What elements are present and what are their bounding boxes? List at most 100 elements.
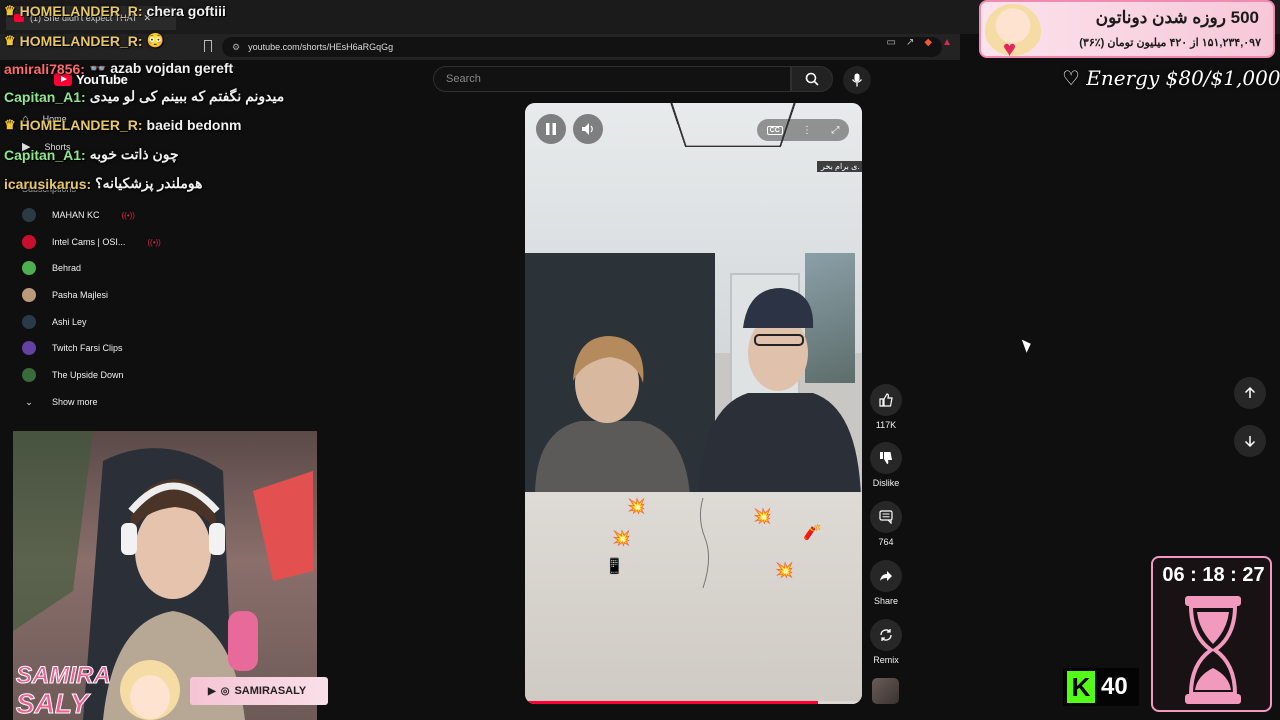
chat-username: amirali7856: bbox=[4, 60, 85, 77]
cast-icon[interactable]: ▭ bbox=[887, 37, 896, 48]
firecracker-emoji-icon: 🧨 bbox=[803, 524, 822, 541]
url-text: youtube.com/shorts/HEsH6aRGqGg bbox=[248, 42, 394, 52]
subscription-item[interactable]: Behrad bbox=[22, 258, 81, 278]
share-label: Share bbox=[873, 596, 899, 606]
video-string bbox=[699, 498, 709, 588]
chat-username: Capitan_A1: bbox=[4, 146, 86, 163]
search-icon bbox=[805, 72, 819, 86]
rewards-icon[interactable]: ▲ bbox=[942, 37, 952, 48]
site-settings-icon[interactable]: ⚙ bbox=[232, 42, 240, 53]
subscription-item[interactable]: Twitch Farsi Clips bbox=[22, 338, 123, 358]
chat-message: amirali7856: 👓 azab vojdan gereft bbox=[4, 60, 233, 77]
remix-button[interactable]: Remix bbox=[870, 619, 902, 665]
donation-goal-widget: ♥ 500 روزه شدن دوناتون ۱۵۱,۲۳۴,۰۹۷ از ۴۲… bbox=[979, 0, 1275, 61]
subscription-item[interactable]: Ashi Ley bbox=[22, 312, 87, 332]
sound-thumbnail[interactable] bbox=[872, 678, 899, 704]
subscription-item[interactable]: The Upside Down bbox=[22, 365, 124, 385]
screen: (1) She didn't expect THAT ✕ ⚙ youtube.c… bbox=[0, 0, 1280, 720]
subscription-item[interactable]: Pasha Majlesi bbox=[22, 285, 108, 305]
channel-name: Ashi Ley bbox=[52, 317, 87, 327]
live-icon: ((•)) bbox=[121, 210, 135, 220]
share-icon[interactable]: ↗ bbox=[906, 37, 914, 48]
avatar bbox=[22, 341, 36, 355]
chat-message: ♛ HOMELANDER_R: 😳 bbox=[4, 32, 164, 49]
captions-icon[interactable]: CC bbox=[766, 125, 783, 135]
chat-message: Capitan_A1: چون ذاتت خوبه bbox=[4, 146, 179, 163]
mic-icon bbox=[851, 73, 863, 87]
search-button[interactable] bbox=[791, 66, 833, 92]
like-button[interactable]: 117K bbox=[870, 384, 902, 430]
address-bar[interactable]: ⚙ youtube.com/shorts/HEsH6aRGqGg bbox=[222, 37, 942, 57]
voice-search-button[interactable] bbox=[843, 66, 871, 94]
chat-text: چون ذاتت خوبه bbox=[89, 146, 179, 162]
video-progress-fill bbox=[525, 701, 819, 704]
donation-goal-title: 500 روزه شدن دوناتون bbox=[1095, 8, 1259, 27]
kick-logo-icon: K bbox=[1067, 671, 1095, 703]
donation-goal-progress: ۱۵۱,۲۳۴,۰۹۷ از ۴۲۰ میلیون تومان (٪۳۶) bbox=[1079, 37, 1261, 49]
social-handle: SAMIRASALY bbox=[234, 685, 307, 697]
streamer-name-line1: SAMIRA bbox=[16, 662, 111, 689]
volume-icon bbox=[582, 123, 593, 135]
viewer-count: 40 bbox=[1101, 673, 1128, 700]
subscription-item[interactable]: Intel Cams | OSI... ((•)) bbox=[22, 232, 161, 252]
chat-text: هوملندر پزشکیانه؟ bbox=[95, 175, 203, 191]
timer-value: 06 : 18 : 27 bbox=[1162, 564, 1265, 586]
avatar bbox=[22, 261, 36, 275]
chat-message: ♛ HOMELANDER_R: chera goftiii bbox=[4, 3, 226, 19]
video-person-left bbox=[535, 336, 690, 496]
crown-icon: ♛ bbox=[4, 32, 16, 48]
channel-name: MAHAN KC bbox=[52, 210, 100, 220]
share-icon bbox=[880, 571, 892, 581]
video-progress-bar[interactable] bbox=[525, 701, 862, 704]
remix-icon bbox=[880, 629, 892, 641]
pause-button[interactable] bbox=[536, 114, 566, 144]
explosion-emoji-icon: 💥 bbox=[612, 530, 631, 547]
chat-text: 👓 azab vojdan gereft bbox=[88, 60, 234, 76]
avatar bbox=[22, 368, 36, 382]
more-options-icon[interactable]: ⋮ bbox=[802, 125, 812, 136]
bookmark-icon[interactable] bbox=[204, 40, 212, 52]
avatar bbox=[22, 315, 36, 329]
explosion-emoji-icon: 💥 bbox=[627, 498, 646, 515]
chat-message: ♛ HOMELANDER_R: baeid bedonm bbox=[4, 117, 241, 133]
crown-icon: ♛ bbox=[4, 3, 16, 18]
previous-short-button[interactable] bbox=[1234, 377, 1266, 409]
share-button[interactable]: Share bbox=[870, 560, 902, 606]
explosion-emoji-icon: 💥 bbox=[753, 508, 772, 525]
chat-username: icarusikarus: bbox=[4, 175, 92, 192]
arrow-down-icon bbox=[1244, 436, 1256, 447]
dislike-button[interactable]: Dislike bbox=[870, 442, 902, 488]
explosion-emoji-icon: 💥 bbox=[775, 562, 794, 579]
chat-text: baeid bedonm bbox=[146, 117, 242, 133]
avatar bbox=[22, 288, 36, 302]
chat-message: Capitan_A1: میدونم نگفتم که ببینم کی لو … bbox=[4, 88, 284, 105]
youtube-icon: ▶ bbox=[208, 685, 216, 697]
brave-shield-icon[interactable]: ◆ bbox=[924, 37, 932, 48]
subscription-item[interactable]: MAHAN KC ((•)) bbox=[22, 205, 135, 225]
subathon-timer: 06 : 18 : 27 bbox=[1151, 556, 1272, 712]
video-person-right bbox=[698, 288, 861, 498]
chat-username: HOMELANDER_R: bbox=[19, 117, 143, 133]
comments-button[interactable]: 764 bbox=[870, 501, 902, 547]
chat-message: icarusikarus: هوملندر پزشکیانه؟ bbox=[4, 175, 203, 192]
search-input[interactable]: Search bbox=[433, 66, 791, 92]
phone-emoji-icon: 📱 bbox=[605, 558, 624, 575]
like-count: 117K bbox=[875, 420, 897, 430]
show-more-button[interactable]: ⌄ Show more bbox=[22, 392, 97, 412]
next-short-button[interactable] bbox=[1234, 425, 1266, 457]
arrow-up-icon bbox=[1244, 387, 1256, 398]
chat-text: chera goftiii bbox=[146, 3, 226, 19]
social-handle-bar: ▶ ◎ SAMIRASALY bbox=[190, 677, 328, 705]
chat-username: HOMELANDER_R: bbox=[19, 3, 143, 19]
avatar bbox=[22, 208, 36, 222]
volume-button[interactable] bbox=[573, 114, 603, 144]
chat-username: HOMELANDER_R: bbox=[19, 32, 143, 49]
pause-icon bbox=[546, 123, 556, 135]
fullscreen-icon[interactable]: ⤢ bbox=[831, 125, 839, 136]
chevron-down-icon: ⌄ bbox=[25, 396, 33, 407]
thumbs-down-icon bbox=[880, 452, 892, 464]
shorts-video-player[interactable]: 💥 💥 💥 🧨 💥 📱 CC ⋮ ⤢ ی برام بخر. bbox=[525, 103, 862, 704]
comment-icon bbox=[879, 510, 893, 524]
dislike-label: Dislike bbox=[872, 478, 900, 488]
remix-label: Remix bbox=[873, 655, 899, 665]
